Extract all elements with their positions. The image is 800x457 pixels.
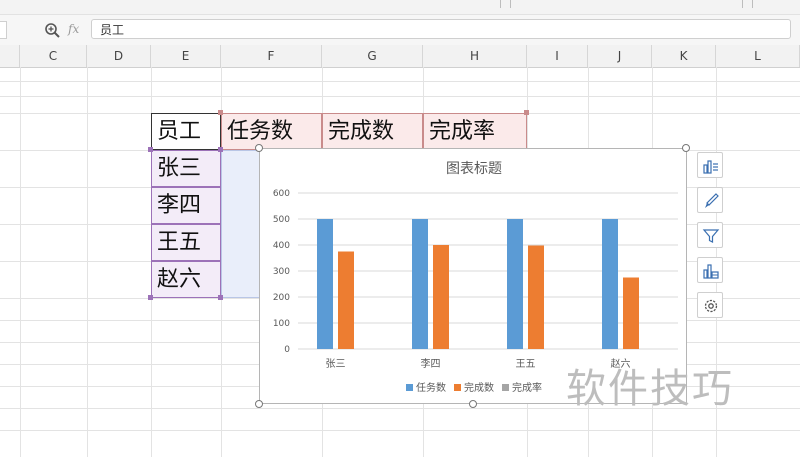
column-header-k[interactable]: K <box>652 45 716 67</box>
range-handle[interactable] <box>218 147 223 152</box>
chart-style-button[interactable] <box>697 187 723 213</box>
chart-elements-button[interactable] <box>697 152 723 178</box>
legend-label[interactable]: 完成率 <box>512 381 542 394</box>
column-header-l[interactable]: L <box>716 45 800 67</box>
data-range-selection[interactable] <box>221 150 261 298</box>
employee-name-cell[interactable]: 李四 <box>151 187 221 224</box>
legend-swatch <box>454 384 461 391</box>
toolbar-strip <box>0 0 800 15</box>
y-tick-label: 400 <box>273 241 290 251</box>
grid-line <box>20 67 21 457</box>
column-header-h[interactable]: H <box>423 45 527 67</box>
toolbar-separator <box>500 0 501 8</box>
column-header-stub <box>0 45 20 67</box>
chart-data-icon <box>703 264 719 279</box>
legend-label[interactable]: 完成数 <box>464 381 494 394</box>
chart-resize-handle[interactable] <box>682 144 690 152</box>
fx-icon[interactable]: fx <box>68 22 79 36</box>
bar-tasks[interactable] <box>412 219 428 349</box>
column-header-d[interactable]: D <box>87 45 151 67</box>
bar-completed[interactable] <box>338 251 354 350</box>
range-handle[interactable] <box>218 110 223 115</box>
formula-input[interactable]: 员工 <box>91 19 791 39</box>
chart-style-icon <box>705 193 719 208</box>
header-cell-tasks[interactable]: 任务数 <box>221 113 322 150</box>
employee-name-cell[interactable]: 张三 <box>151 150 221 187</box>
column-header-c[interactable]: C <box>20 45 87 67</box>
header-cell-rate[interactable]: 完成率 <box>423 113 527 150</box>
column-header-e[interactable]: E <box>151 45 221 67</box>
chart-resize-handle[interactable] <box>255 400 263 408</box>
column-header-f[interactable]: F <box>221 45 322 67</box>
legend-swatch <box>502 384 509 391</box>
chart-resize-handle[interactable] <box>255 144 263 152</box>
name-box[interactable] <box>0 21 7 39</box>
bar-completed[interactable] <box>528 245 544 349</box>
header-cell-completed[interactable]: 完成数 <box>322 113 423 150</box>
toolbar-separator <box>752 0 753 8</box>
chart-settings-button[interactable] <box>697 292 723 318</box>
formula-bar: fx 员工 <box>0 15 800 46</box>
grid-line <box>87 67 88 457</box>
chart-title[interactable]: 图表标题 <box>446 161 502 177</box>
bar-completed[interactable] <box>623 277 639 350</box>
chart-elements-icon <box>703 160 718 174</box>
y-tick-label: 600 <box>273 189 290 199</box>
y-tick-label: 500 <box>273 215 290 225</box>
employee-name-cell[interactable]: 赵六 <box>151 261 221 298</box>
y-tick-label: 200 <box>273 293 290 303</box>
bar-completed[interactable] <box>433 245 449 349</box>
watermark: 软件技巧 <box>566 366 734 412</box>
chart-filter-icon <box>702 229 720 243</box>
column-header-i[interactable]: I <box>527 45 588 67</box>
column-header-j[interactable]: J <box>588 45 652 67</box>
x-tick-label: 李四 <box>421 357 441 370</box>
range-handle[interactable] <box>148 147 153 152</box>
range-handle[interactable] <box>218 295 223 300</box>
chart-resize-handle[interactable] <box>469 400 477 408</box>
employee-name-cell[interactable]: 王五 <box>151 224 221 261</box>
bar-tasks[interactable] <box>317 219 333 349</box>
y-tick-label: 0 <box>284 345 290 355</box>
toolbar-separator <box>510 0 511 8</box>
toolbar-separator <box>742 0 743 8</box>
range-handle[interactable] <box>524 110 529 115</box>
column-header-bar: C D E F G H I J K L <box>0 45 800 68</box>
grid-line <box>0 96 800 97</box>
x-tick-label: 张三 <box>326 358 346 370</box>
x-tick-label: 王五 <box>516 359 536 370</box>
header-cell-employee[interactable]: 员工 <box>151 113 221 150</box>
grid-line <box>0 430 800 431</box>
legend-swatch <box>406 384 413 391</box>
chart-settings-icon <box>704 299 718 313</box>
zoom-icon[interactable] <box>44 22 62 40</box>
y-tick-label: 100 <box>273 319 290 329</box>
chart-data-button[interactable] <box>697 257 723 283</box>
bar-tasks[interactable] <box>507 219 523 349</box>
y-tick-label: 300 <box>273 267 290 277</box>
range-handle[interactable] <box>148 295 153 300</box>
bar-tasks[interactable] <box>602 219 618 349</box>
grid-line <box>0 81 800 82</box>
legend-label[interactable]: 任务数 <box>416 381 446 394</box>
chart-filter-button[interactable] <box>697 222 723 248</box>
column-header-g[interactable]: G <box>322 45 423 67</box>
